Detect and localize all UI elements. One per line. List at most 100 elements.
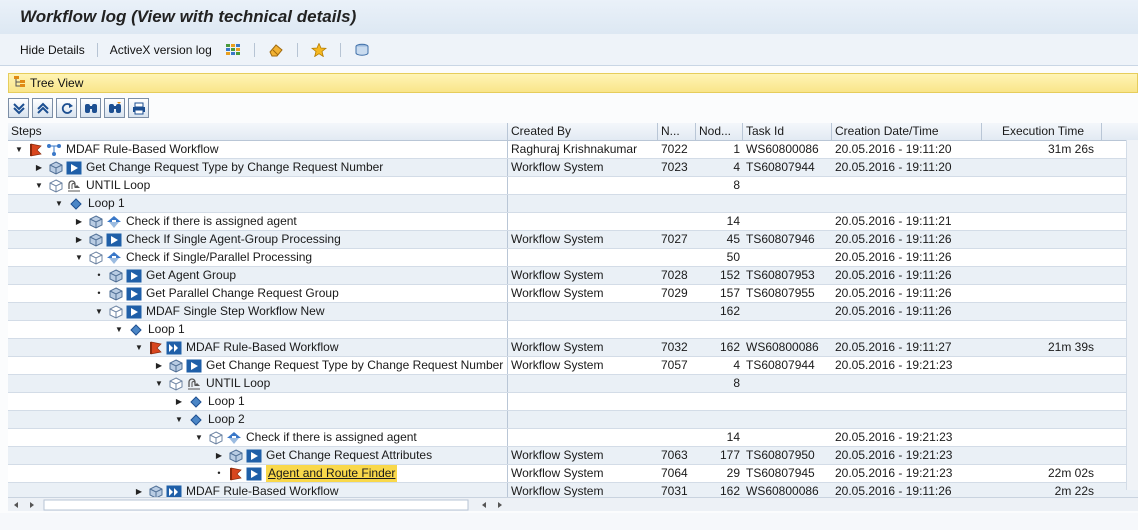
n-cell — [658, 303, 696, 320]
table-row[interactable]: ▼ UNTIL Loop 8 — [8, 375, 1138, 393]
execution-time-cell — [982, 213, 1102, 230]
step-label[interactable]: Get Change Request Type by Change Reques… — [206, 357, 503, 374]
collapse-node-icon[interactable]: ▼ — [174, 411, 184, 428]
expand-node-icon[interactable]: ▶ — [34, 159, 44, 176]
creation-date-cell — [832, 321, 982, 338]
vertical-scrollbar[interactable] — [1126, 140, 1138, 490]
step-label[interactable]: Check if there is assigned agent — [126, 213, 297, 230]
tree-view-header: Tree View — [8, 73, 1138, 93]
column-header-steps[interactable]: Steps — [8, 123, 508, 140]
toolbar-separator — [96, 42, 98, 57]
column-header-node[interactable]: Nod... — [696, 123, 743, 140]
find-icon[interactable] — [80, 98, 101, 118]
step-label[interactable]: Get Change Request Attributes — [266, 447, 432, 464]
column-header-creation-date[interactable]: Creation Date/Time — [832, 123, 982, 140]
collapse-node-icon[interactable]: ▼ — [134, 339, 144, 356]
refresh-icon[interactable] — [56, 98, 77, 118]
step-label[interactable]: MDAF Rule-Based Workflow — [186, 483, 338, 497]
step-label[interactable]: Check if there is assigned agent — [246, 429, 417, 446]
node-cell: 1 — [733, 142, 740, 156]
expand-node-icon[interactable]: ▶ — [74, 231, 84, 248]
step-label[interactable]: Check if Single/Parallel Processing — [126, 249, 312, 266]
table-row[interactable]: • Get Agent Group Workflow System 7028 152 TS… — [8, 267, 1138, 285]
table-row[interactable]: ▶ Get Change Request Attributes Workflow S… — [8, 447, 1138, 465]
node-cell — [696, 393, 743, 410]
column-header-execution-time[interactable]: Execution Time — [982, 123, 1102, 140]
table-row[interactable]: ▼ UNTIL Loop 8 — [8, 177, 1138, 195]
expand-node-icon[interactable]: ▶ — [134, 483, 144, 497]
table-row[interactable]: ▶ Loop 1 — [8, 393, 1138, 411]
step-label[interactable]: Agent and Route Finder — [266, 465, 398, 482]
table-row[interactable]: ▼ Loop 2 — [8, 411, 1138, 429]
expand-node-icon[interactable]: ▶ — [74, 213, 84, 230]
table-row[interactable]: ▼ Loop 1 — [8, 195, 1138, 213]
table-row[interactable]: ▶ MDAF Rule-Based Workflow Workflow System… — [8, 483, 1138, 497]
database-icon[interactable] — [353, 42, 371, 58]
execution-time-cell — [982, 249, 1102, 266]
node-cell: 162 — [719, 340, 740, 354]
toolbar: Hide Details ActiveX version log — [0, 34, 1138, 66]
step-label[interactable]: Get Change Request Type by Change Reques… — [86, 159, 383, 176]
collapse-node-icon[interactable]: ▼ — [154, 375, 164, 392]
step-label[interactable]: MDAF Rule-Based Workflow — [186, 339, 338, 356]
creation-date-cell — [832, 411, 982, 428]
table-row[interactable]: ▼ Loop 1 — [8, 321, 1138, 339]
expand-node-icon[interactable]: ▶ — [174, 393, 184, 410]
step-cell: ▼ MDAF Rule-Based Workflow — [8, 141, 508, 158]
collapse-node-icon[interactable]: ▼ — [14, 141, 24, 158]
collapse-node-icon[interactable]: ▼ — [54, 195, 64, 212]
collapse-node-icon[interactable]: ▼ — [74, 249, 84, 266]
step-label[interactable]: Loop 2 — [208, 411, 245, 428]
favorite-star-icon[interactable] — [310, 42, 328, 58]
print-icon[interactable] — [128, 98, 149, 118]
column-header-task-id[interactable]: Task Id — [743, 123, 832, 140]
table-row[interactable]: • Agent and Route Finder Workflow System 70… — [8, 465, 1138, 483]
collapse-all-icon[interactable] — [32, 98, 53, 118]
node-cell: 4 — [733, 358, 740, 372]
step-label[interactable]: Get Agent Group — [146, 267, 236, 284]
cube-icon — [48, 160, 64, 175]
play-icon — [66, 161, 82, 175]
created-by-cell: Workflow System — [511, 358, 604, 372]
table-row[interactable]: ▶ Check if there is assigned agent 14 20.05… — [8, 213, 1138, 231]
table-row[interactable]: ▼ MDAF Single Step Workflow New 162 20.05.2… — [8, 303, 1138, 321]
table-row[interactable]: ▶ Check If Single Agent-Group Processing W… — [8, 231, 1138, 249]
hide-details-button[interactable]: Hide Details — [20, 43, 85, 57]
expand-node-icon[interactable]: ▶ — [154, 357, 164, 374]
grid-icon[interactable] — [224, 42, 242, 58]
step-label[interactable]: Loop 1 — [208, 393, 245, 410]
table-row[interactable]: • Get Parallel Change Request Group Workfl… — [8, 285, 1138, 303]
table-row[interactable]: ▼ MDAF Rule-Based Workflow Workflow System… — [8, 339, 1138, 357]
step-cell: ▼ UNTIL Loop — [8, 177, 508, 194]
n-cell: 7023 — [661, 160, 688, 174]
table-row[interactable]: ▶ Get Change Request Type by Change Reque… — [8, 159, 1138, 177]
collapse-node-icon[interactable]: ▼ — [34, 177, 44, 194]
step-label[interactable]: UNTIL Loop — [86, 177, 150, 194]
node-cell: 14 — [726, 430, 740, 444]
table-row[interactable]: ▼ MDAF Rule-Based Workflow Raghuraj Krishn… — [8, 141, 1138, 159]
activex-version-log-button[interactable]: ActiveX version log — [110, 43, 212, 57]
step-label[interactable]: UNTIL Loop — [206, 375, 270, 392]
find-next-icon[interactable] — [104, 98, 125, 118]
step-label[interactable]: Loop 1 — [148, 321, 185, 338]
table-row[interactable]: ▼ Check if there is assigned agent 14 20.05… — [8, 429, 1138, 447]
expand-all-icon[interactable] — [8, 98, 29, 118]
step-label[interactable]: MDAF Rule-Based Workflow — [66, 141, 218, 158]
step-label[interactable]: Get Parallel Change Request Group — [146, 285, 339, 302]
collapse-node-icon[interactable]: ▼ — [94, 303, 104, 320]
step-label[interactable]: MDAF Single Step Workflow New — [146, 303, 325, 320]
table-row[interactable]: ▶ Get Change Request Type by Change Reque… — [8, 357, 1138, 375]
horizontal-scrollbar[interactable] — [8, 497, 1138, 511]
step-label[interactable]: Loop 1 — [88, 195, 125, 212]
task-id-cell — [743, 195, 832, 212]
eraser-icon[interactable] — [267, 42, 285, 58]
n-cell: 7022 — [661, 142, 688, 156]
n-cell: 7028 — [661, 268, 688, 282]
column-header-created-by[interactable]: Created By — [508, 123, 658, 140]
expand-node-icon[interactable]: ▶ — [214, 447, 224, 464]
table-row[interactable]: ▼ Check if Single/Parallel Processing 50 20… — [8, 249, 1138, 267]
step-label[interactable]: Check If Single Agent-Group Processing — [126, 231, 341, 248]
collapse-node-icon[interactable]: ▼ — [114, 321, 124, 338]
column-header-n[interactable]: N... — [658, 123, 696, 140]
collapse-node-icon[interactable]: ▼ — [194, 429, 204, 446]
